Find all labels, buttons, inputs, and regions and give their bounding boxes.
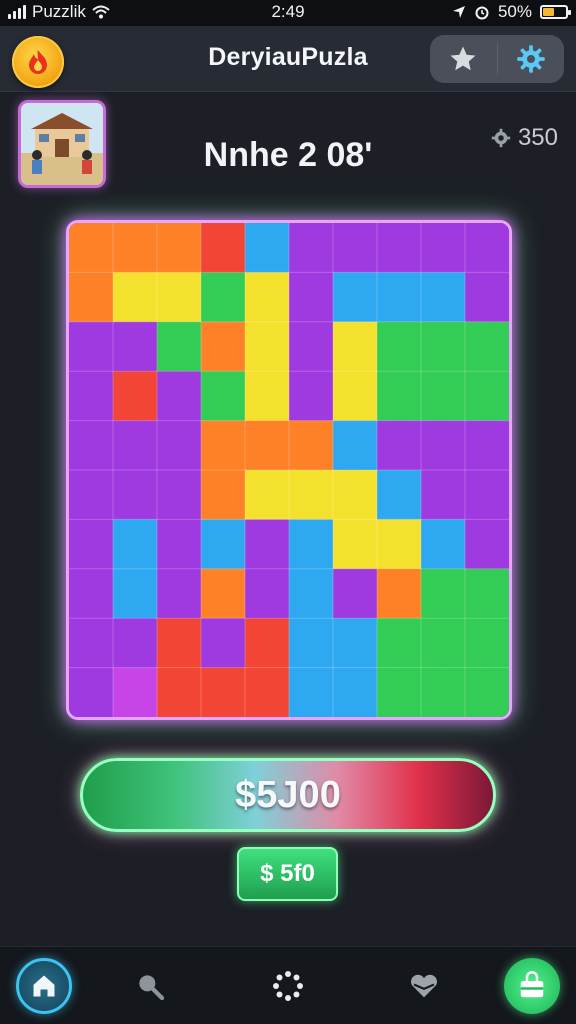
nav-home-button[interactable] — [16, 958, 72, 1014]
battery-percent: 50% — [497, 2, 532, 21]
bag-icon — [520, 971, 544, 998]
bottom-nav — [0, 946, 576, 1024]
heart-icon — [410, 974, 438, 998]
level-thumbnail[interactable] — [18, 100, 106, 188]
loading-icon — [273, 971, 303, 1001]
battery-level-fill — [543, 8, 554, 16]
settings-button[interactable] — [498, 35, 565, 83]
alarm-icon — [475, 6, 489, 20]
small-price-button[interactable]: $ 5f0 — [237, 847, 338, 901]
nav-shop-button[interactable] — [504, 958, 560, 1014]
puzzle-board[interactable] — [66, 220, 512, 720]
loading-dot — [293, 974, 300, 981]
coin-counter: 350 — [490, 124, 558, 152]
house-picture — [21, 103, 103, 185]
location-icon — [452, 6, 465, 18]
board-gloss — [69, 223, 509, 717]
star-icon — [450, 46, 476, 71]
puzzle-board-canvas[interactable] — [69, 223, 509, 717]
loading-dot — [276, 991, 283, 998]
level-title: Nnhe 2 08' — [203, 136, 373, 174]
home-icon — [33, 975, 55, 997]
gear-coin-icon — [491, 128, 511, 148]
loading-dot — [273, 983, 279, 989]
gear-icon — [517, 45, 545, 73]
nav-search-button[interactable] — [122, 958, 178, 1014]
battery-icon — [540, 5, 571, 19]
coin-count: 350 — [517, 124, 558, 151]
loading-dot — [276, 974, 283, 981]
header-actions — [430, 35, 564, 83]
loading-dot — [285, 995, 291, 1001]
app-header: DeryiauPuzla — [0, 26, 576, 92]
search-icon — [139, 975, 165, 1001]
price-button[interactable]: $5J00 — [80, 758, 496, 832]
favorite-button[interactable] — [430, 35, 497, 83]
loading-dot — [293, 991, 300, 998]
status-bar: Puzzlik 2:49 50% — [0, 0, 576, 26]
nav-likes-button[interactable] — [396, 958, 452, 1014]
loading-dot — [297, 983, 303, 989]
nav-loading-button[interactable] — [260, 958, 316, 1014]
loading-dot — [285, 971, 291, 977]
